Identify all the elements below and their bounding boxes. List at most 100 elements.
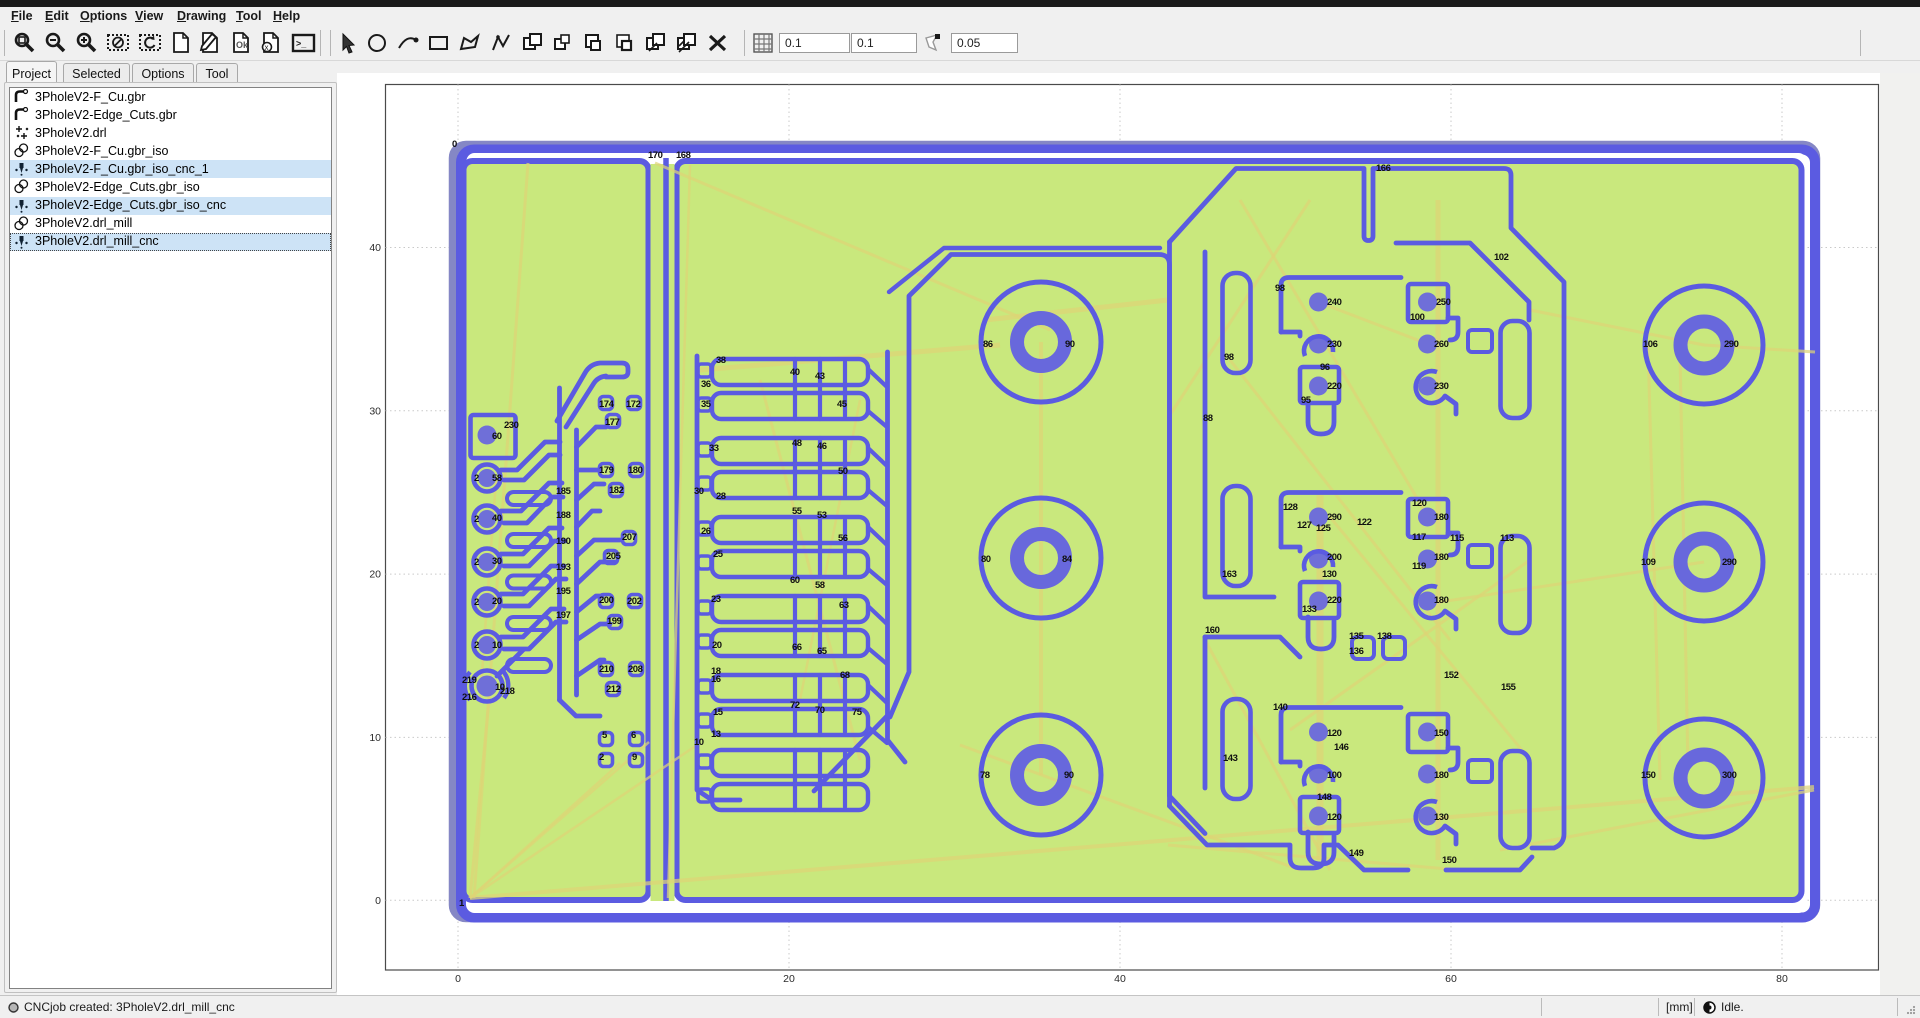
svg-text:10: 10 (369, 732, 381, 744)
svg-text:33: 33 (709, 443, 719, 454)
svg-text:40: 40 (492, 513, 502, 524)
svg-text:46: 46 (817, 441, 827, 452)
svg-text:119: 119 (1412, 561, 1426, 572)
svg-text:115: 115 (1450, 533, 1465, 544)
svg-text:55: 55 (792, 506, 803, 517)
svg-text:43: 43 (815, 371, 825, 382)
svg-text:84: 84 (1062, 554, 1073, 565)
svg-text:90: 90 (1065, 339, 1075, 350)
svg-text:155: 155 (1501, 682, 1517, 693)
svg-text:102: 102 (1494, 252, 1509, 263)
svg-text:23: 23 (711, 594, 721, 605)
svg-text:230: 230 (504, 420, 519, 431)
svg-text:127: 127 (1297, 520, 1312, 531)
svg-text:63: 63 (839, 600, 849, 611)
svg-text:15: 15 (713, 707, 724, 718)
svg-text:143: 143 (1223, 753, 1238, 764)
svg-text:218: 218 (500, 686, 515, 697)
svg-text:0: 0 (375, 895, 381, 907)
svg-text:135: 135 (1349, 631, 1365, 642)
svg-text:120: 120 (1327, 812, 1342, 823)
svg-text:172: 172 (626, 399, 641, 410)
svg-text:180: 180 (628, 465, 643, 476)
svg-text:65: 65 (817, 646, 828, 657)
svg-text:200: 200 (1327, 552, 1342, 563)
svg-text:170: 170 (648, 150, 663, 161)
svg-text:190: 190 (556, 536, 571, 547)
svg-text:>_: >_ (296, 39, 307, 49)
svg-text:220: 220 (1327, 595, 1342, 606)
svg-text:200: 200 (599, 595, 614, 606)
svg-text:Ok: Ok (236, 40, 249, 50)
svg-text:168: 168 (676, 150, 691, 161)
svg-text:0: 0 (452, 139, 457, 150)
svg-text:x: x (265, 43, 269, 52)
svg-text:2: 2 (474, 514, 479, 525)
svg-text:86: 86 (983, 339, 993, 350)
svg-text:40: 40 (1114, 973, 1126, 985)
svg-text:150: 150 (1434, 728, 1449, 739)
svg-text:60: 60 (1445, 973, 1457, 985)
svg-text:75: 75 (852, 707, 863, 718)
svg-text:58: 58 (492, 473, 502, 484)
svg-text:30: 30 (694, 486, 704, 497)
svg-text:96: 96 (1320, 362, 1330, 373)
svg-text:148: 148 (1317, 792, 1332, 803)
svg-text:0: 0 (455, 973, 461, 985)
svg-text:36: 36 (701, 379, 711, 390)
svg-text:20: 20 (712, 640, 722, 651)
svg-text:68: 68 (840, 670, 850, 681)
svg-text:150: 150 (1442, 855, 1457, 866)
svg-text:2: 2 (599, 752, 604, 763)
svg-text:133: 133 (1302, 604, 1317, 615)
svg-text:70: 70 (815, 705, 825, 716)
svg-text:193: 193 (556, 562, 571, 573)
svg-text:128: 128 (1283, 502, 1298, 513)
svg-text:30: 30 (492, 556, 502, 567)
svg-text:219: 219 (462, 675, 477, 686)
svg-text:72: 72 (790, 700, 800, 711)
svg-text:180: 180 (1434, 552, 1449, 563)
svg-text:177: 177 (605, 417, 620, 428)
svg-text:130: 130 (1322, 569, 1337, 580)
svg-text:163: 163 (1222, 569, 1237, 580)
svg-text:40: 40 (369, 242, 381, 254)
svg-text:180: 180 (1434, 512, 1449, 523)
svg-text:90: 90 (1064, 770, 1074, 781)
svg-text:150: 150 (1641, 770, 1656, 781)
svg-text:100: 100 (1410, 312, 1425, 323)
svg-text:230: 230 (1327, 339, 1342, 350)
svg-text:9: 9 (632, 752, 637, 763)
svg-text:80: 80 (1776, 973, 1788, 985)
svg-text:182: 182 (609, 485, 624, 496)
svg-text:212: 212 (606, 684, 621, 695)
svg-text:53: 53 (817, 510, 827, 521)
svg-text:120: 120 (1412, 498, 1427, 509)
svg-text:125: 125 (1316, 523, 1332, 534)
svg-text:95: 95 (1301, 395, 1312, 406)
svg-text:60: 60 (790, 575, 800, 586)
svg-text:50: 50 (838, 466, 848, 477)
svg-text:30: 30 (369, 405, 381, 417)
svg-text:197: 197 (556, 610, 571, 621)
svg-text:210: 210 (599, 664, 614, 675)
svg-text:48: 48 (792, 438, 802, 449)
svg-text:113: 113 (1500, 533, 1514, 544)
svg-text:25: 25 (713, 549, 724, 560)
svg-text:195: 195 (556, 586, 572, 597)
svg-text:122: 122 (1357, 517, 1372, 528)
svg-text:2: 2 (474, 557, 479, 568)
svg-text:100: 100 (1327, 770, 1342, 781)
svg-text:290: 290 (1724, 339, 1739, 350)
svg-text:202: 202 (627, 596, 642, 607)
svg-text:2: 2 (474, 597, 479, 608)
svg-text:38: 38 (716, 355, 726, 366)
svg-text:10: 10 (694, 737, 704, 748)
svg-text:130: 130 (1434, 812, 1449, 823)
svg-text:16: 16 (711, 674, 721, 685)
svg-text:216: 216 (462, 692, 477, 703)
svg-text:60: 60 (492, 431, 502, 442)
svg-text:208: 208 (628, 664, 643, 675)
svg-text:290: 290 (1327, 512, 1342, 523)
svg-text:149: 149 (1349, 848, 1364, 859)
